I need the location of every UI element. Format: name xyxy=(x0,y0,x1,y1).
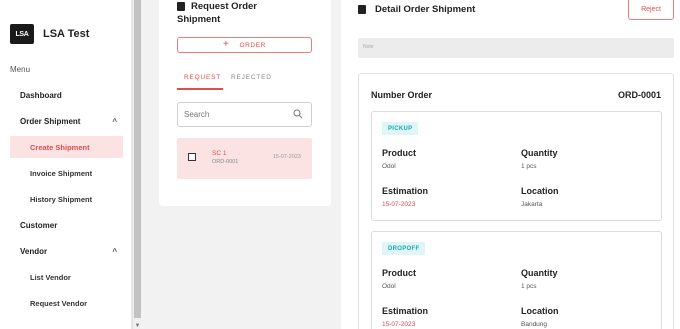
sidebar-item-invoice-shipment[interactable]: Invoice Shipment xyxy=(10,162,123,184)
sidebar-scrollbar[interactable]: ▼ xyxy=(132,0,141,329)
list-item-date: 15-07-2023 xyxy=(272,154,301,160)
list-item[interactable]: SC 1 ORD-0001 15-07-2023 xyxy=(177,138,312,179)
estimation-value: 15-07-2023 xyxy=(382,201,416,208)
estimation-label: Estimation xyxy=(382,306,429,316)
sidebar: LSA LSA Test Menu Dashboard Order Shipme… xyxy=(0,0,132,329)
search-input[interactable] xyxy=(184,110,284,119)
sidebar-item-create-shipment[interactable]: Create Shipment xyxy=(10,136,123,158)
list-item-checkbox[interactable] xyxy=(188,153,196,161)
order-detail-box: Number Order ORD-0001 PICKUP Product Odo… xyxy=(358,73,674,329)
detail-panel-title: Detail Order Shipment xyxy=(375,4,476,15)
product-label: Product xyxy=(382,148,417,158)
document-icon xyxy=(358,5,366,14)
note-field[interactable]: Note xyxy=(358,38,674,58)
search-icon[interactable] xyxy=(293,109,303,119)
menu-label: Menu xyxy=(10,65,31,74)
sidebar-item-label: Dashboard xyxy=(20,90,62,100)
sidebar-item-label: Invoice Shipment xyxy=(30,168,93,178)
sidebar-item-label: History Shipment xyxy=(30,194,93,204)
location-label: Location xyxy=(521,306,559,316)
reject-button[interactable]: Reject xyxy=(628,0,674,20)
product-value: Odol xyxy=(382,283,396,290)
chevron-up-icon: ^ xyxy=(112,246,117,256)
quantity-value: 1 pcs xyxy=(521,283,537,290)
panel-title: Request Order Shipment xyxy=(177,0,297,26)
list-item-order-id: ORD-0001 xyxy=(212,159,239,165)
request-panel-title: Request Order Shipment xyxy=(177,1,257,25)
scroll-down-arrow-icon[interactable]: ▼ xyxy=(133,323,142,329)
tab-rejected[interactable]: REJECTED xyxy=(231,74,272,81)
status-badge: DROPOFF xyxy=(382,242,426,255)
location-value: Bandung xyxy=(521,321,548,328)
status-badge: PICKUP xyxy=(382,122,419,135)
sidebar-item-list-vendor[interactable]: List Vendor xyxy=(10,266,123,288)
app-logo: LSA xyxy=(10,24,34,44)
detail-order-panel: Detail Order Shipment Reject Note Number… xyxy=(341,0,680,329)
quantity-label: Quantity xyxy=(521,268,558,278)
sidebar-item-dashboard[interactable]: Dashboard xyxy=(10,84,123,106)
document-icon xyxy=(177,1,185,11)
pickup-card: PICKUP Product Odol Quantity 1 pcs Estim… xyxy=(371,111,662,221)
sidebar-item-label: Order Shipment xyxy=(20,116,81,126)
sidebar-item-customer[interactable]: Customer xyxy=(10,214,123,236)
sidebar-item-request-vendor[interactable]: Request Vendor xyxy=(10,292,123,314)
sidebar-item-label: Create Shipment xyxy=(30,142,90,152)
quantity-value: 1 pcs xyxy=(521,163,537,170)
number-order-label: Number Order xyxy=(371,90,433,100)
add-order-button[interactable]: + ORDER xyxy=(177,37,312,53)
panel-title: Detail Order Shipment xyxy=(358,4,475,15)
location-label: Location xyxy=(521,186,559,196)
dropoff-card: DROPOFF Product Odol Quantity 1 pcs Esti… xyxy=(371,231,662,329)
request-order-panel: Request Order Shipment + ORDER REQUEST R… xyxy=(159,0,331,206)
location-value: Jakarta xyxy=(521,201,543,208)
active-tab-indicator xyxy=(177,88,223,90)
sidebar-item-label: Request Vendor xyxy=(30,298,88,308)
sidebar-item-history-shipment[interactable]: History Shipment xyxy=(10,188,123,210)
sidebar-item-vendor[interactable]: Vendor ^ xyxy=(10,240,123,262)
sidebar-item-label: Customer xyxy=(20,220,58,230)
app-name: LSA Test xyxy=(43,28,90,40)
sidebar-item-label: Vendor xyxy=(20,246,48,256)
sidebar-item-order-shipment[interactable]: Order Shipment ^ xyxy=(10,110,123,132)
estimation-label: Estimation xyxy=(382,186,429,196)
quantity-label: Quantity xyxy=(521,148,558,158)
product-label: Product xyxy=(382,268,417,278)
tab-request[interactable]: REQUEST xyxy=(184,74,221,81)
scrollbar-thumb[interactable] xyxy=(134,0,141,318)
list-item-name: SC 1 xyxy=(212,150,227,157)
product-value: Odol xyxy=(382,163,396,170)
plus-icon: + xyxy=(223,39,230,50)
number-order-value: ORD-0001 xyxy=(617,90,661,100)
estimation-value: 15-07-2023 xyxy=(382,321,416,328)
chevron-up-icon: ^ xyxy=(112,116,117,126)
search-field[interactable] xyxy=(177,102,312,127)
brand[interactable]: LSA LSA Test xyxy=(10,24,89,44)
add-order-label: ORDER xyxy=(239,41,266,49)
sidebar-item-label: List Vendor xyxy=(30,272,71,282)
